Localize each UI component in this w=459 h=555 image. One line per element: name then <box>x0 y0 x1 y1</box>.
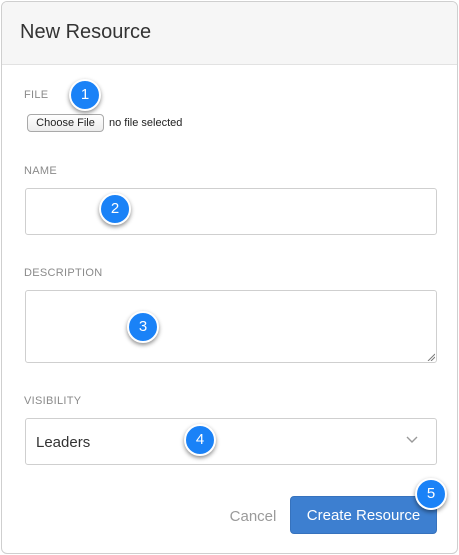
visibility-select[interactable]: Leaders <box>25 418 437 465</box>
description-textarea[interactable] <box>25 290 437 363</box>
callout-badge-4: 4 <box>184 424 216 456</box>
file-label: FILE <box>24 89 49 101</box>
visibility-selected-value: Leaders <box>36 434 91 451</box>
callout-badge-2: 2 <box>99 193 131 225</box>
dialog-header: New Resource <box>2 2 457 65</box>
new-resource-dialog: New Resource FILE Choose File no file se… <box>1 1 458 554</box>
cancel-button[interactable]: Cancel <box>221 499 285 533</box>
dialog-title: New Resource <box>20 21 152 43</box>
callout-badge-3: 3 <box>127 311 159 343</box>
create-resource-button[interactable]: Create Resource <box>290 496 437 534</box>
chevron-down-icon <box>406 436 418 443</box>
callout-badge-5: 5 <box>415 478 447 510</box>
name-input[interactable] <box>25 188 437 235</box>
file-status-text: no file selected <box>109 117 183 129</box>
visibility-label: VISIBILITY <box>24 395 82 407</box>
callout-badge-1: 1 <box>69 79 101 111</box>
name-label: NAME <box>24 165 57 177</box>
resize-grip-icon[interactable] <box>427 353 435 361</box>
choose-file-button[interactable]: Choose File <box>27 114 104 132</box>
description-label: DESCRIPTION <box>24 267 103 279</box>
